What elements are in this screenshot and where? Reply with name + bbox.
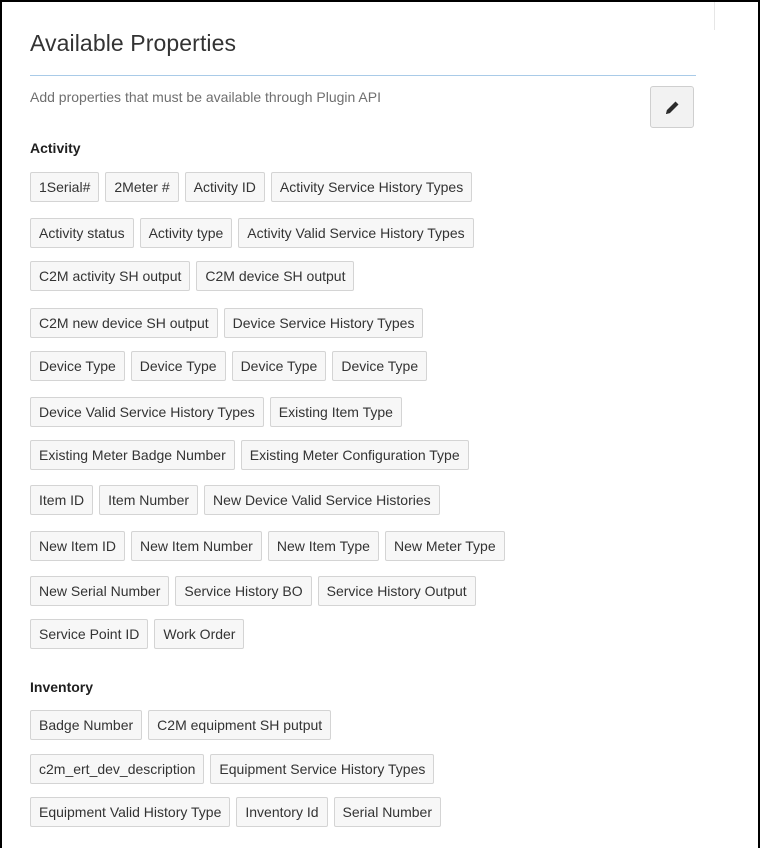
property-tag[interactable]: Service History BO [175, 576, 312, 606]
property-tag[interactable]: c2m_ert_dev_description [30, 754, 205, 784]
property-tag[interactable]: New Item ID [30, 531, 126, 561]
activity-tag-row-5: Device Type Device Type Device Type Devi… [30, 351, 428, 381]
activity-tag-row-6: Device Valid Service History Types Exist… [30, 397, 402, 427]
property-tag[interactable]: Activity type [139, 218, 233, 248]
activity-tag-row-11: Service Point ID Work Order [30, 619, 245, 649]
property-tag[interactable]: Device Type [332, 351, 428, 381]
property-tag[interactable]: C2M activity SH output [30, 261, 191, 291]
property-tag[interactable]: C2M new device SH output [30, 308, 218, 338]
property-tag[interactable]: New Meter Type [384, 531, 505, 561]
property-tag[interactable]: Device Type [30, 351, 125, 381]
edit-properties-button[interactable] [650, 86, 694, 128]
property-tag[interactable]: Existing Meter Badge Number [30, 440, 235, 470]
property-tag[interactable]: Inventory Id [236, 797, 328, 827]
property-tag[interactable]: Badge Number [30, 710, 143, 740]
property-tag[interactable]: Device Type [130, 351, 226, 381]
property-tag[interactable]: Work Order [154, 619, 245, 649]
title-divider [30, 75, 696, 76]
property-tag[interactable]: Existing Item Type [269, 397, 402, 427]
property-tag[interactable]: Item Number [99, 485, 199, 515]
property-tag[interactable]: Device Service History Types [223, 308, 424, 338]
property-tag[interactable]: Existing Meter Configuration Type [240, 440, 469, 470]
property-tag[interactable]: C2M equipment SH putput [148, 710, 332, 740]
activity-tag-row-8: Item ID Item Number New Device Valid Ser… [30, 485, 440, 515]
pencil-icon [666, 101, 679, 114]
activity-tag-row-7: Existing Meter Badge Number Existing Met… [30, 440, 469, 470]
inventory-tag-row-2: c2m_ert_dev_description Equipment Servic… [30, 754, 435, 784]
panel-title: Available Properties [30, 30, 237, 56]
property-tag[interactable]: New Item Type [267, 531, 379, 561]
property-tag[interactable]: Serial Number [333, 797, 441, 827]
activity-tag-row-10: New Serial Number Service History BO Ser… [30, 576, 476, 606]
section-heading-inventory: Inventory [30, 679, 94, 695]
inventory-tag-row-1: Badge Number C2M equipment SH putput [30, 710, 332, 740]
property-tag[interactable]: Service Point ID [30, 619, 149, 649]
property-tag[interactable]: 2Meter # [105, 172, 179, 202]
property-tag[interactable]: Equipment Valid History Type [30, 797, 231, 827]
panel-edge-divider [714, 2, 715, 30]
property-tag[interactable]: Equipment Service History Types [210, 754, 435, 784]
property-tag[interactable]: Service History Output [317, 576, 476, 606]
inventory-tag-row-3: Equipment Valid History Type Inventory I… [30, 797, 441, 827]
property-tag[interactable]: New Item Number [131, 531, 262, 561]
activity-tag-row-3: C2M activity SH output C2M device SH out… [30, 261, 355, 291]
property-tag[interactable]: C2M device SH output [196, 261, 355, 291]
property-tag[interactable]: Activity Valid Service History Types [238, 218, 474, 248]
activity-tag-row-2: Activity status Activity type Activity V… [30, 218, 474, 248]
property-tag[interactable]: Activity Service History Types [270, 172, 473, 202]
property-tag[interactable]: Activity status [30, 218, 134, 248]
panel-subtitle: Add properties that must be available th… [30, 89, 381, 105]
property-tag[interactable]: 1Serial# [30, 172, 100, 202]
activity-tag-row-1: 1Serial# 2Meter # Activity ID Activity S… [30, 172, 473, 202]
property-tag[interactable]: Item ID [30, 485, 94, 515]
property-tag[interactable]: Activity ID [184, 172, 265, 202]
property-tag[interactable]: Device Valid Service History Types [30, 397, 264, 427]
properties-window: Available Properties Add properties that… [0, 0, 760, 848]
property-tag[interactable]: New Device Valid Service Histories [204, 485, 440, 515]
activity-tag-row-9: New Item ID New Item Number New Item Typ… [30, 531, 505, 561]
section-heading-activity: Activity [30, 140, 81, 156]
property-tag[interactable]: New Serial Number [30, 576, 170, 606]
property-tag[interactable]: Device Type [231, 351, 327, 381]
activity-tag-row-4: C2M new device SH output Device Service … [30, 308, 424, 338]
